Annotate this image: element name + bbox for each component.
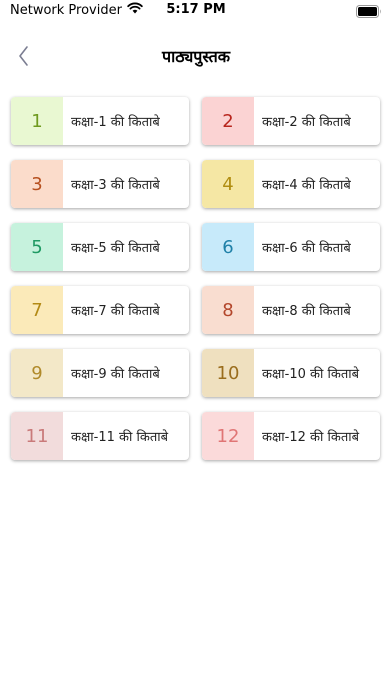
book-card[interactable]: 1 कक्षा-1 की किताबे [11,97,189,145]
class-number-badge: 12 [202,412,254,460]
book-card[interactable]: 5 कक्षा-5 की किताबे [11,223,189,271]
book-card-label: कक्षा-3 की किताबे [71,178,160,193]
book-grid: 1 कक्षा-1 की किताबे 2 कक्षा-2 की किताबे 3 कक्… [11,97,389,460]
book-card[interactable]: 4 कक्षा-4 की किताबे [202,160,380,208]
book-card[interactable]: 12 कक्षा-12 की किताबे [202,412,380,460]
book-card-label: कक्षा-5 की किताबे [71,241,160,256]
book-card[interactable]: 10 कक्षा-10 की किताबे [202,349,380,397]
book-card[interactable]: 11 कक्षा-11 की किताबे [11,412,189,460]
book-card[interactable]: 8 कक्षा-8 की किताबे [202,286,380,334]
battery-icon [356,3,382,22]
book-card-label: कक्षा-1 की किताबे [71,115,160,130]
book-card-label: कक्षा-11 की किताबे [71,430,169,445]
book-card-label: कक्षा-2 की किताबे [262,115,351,130]
book-card[interactable]: 9 कक्षा-9 की किताबे [11,349,189,397]
book-card[interactable]: 6 कक्षा-6 की किताबे [202,223,380,271]
book-card[interactable]: 7 कक्षा-7 की किताबे [11,286,189,334]
class-number-badge: 4 [202,160,254,208]
class-number-badge: 5 [11,223,63,271]
book-card-label: कक्षा-12 की किताबे [262,430,360,445]
status-time: 5:17 PM [166,2,226,17]
class-number-badge: 6 [202,223,254,271]
class-number-badge: 1 [11,97,63,145]
book-card-label: कक्षा-4 की किताबे [262,178,351,193]
class-number-badge: 11 [11,412,63,460]
book-card-label: कक्षा-6 की किताबे [262,241,351,256]
class-number-badge: 8 [202,286,254,334]
class-number-badge: 3 [11,160,63,208]
book-card-label: कक्षा-7 की किताबे [71,304,160,319]
book-card-label: कक्षा-8 की किताबे [262,304,351,319]
class-number-badge: 2 [202,97,254,145]
page-title: पाठ्यपुस्तक [161,47,231,66]
book-card-label: कक्षा-10 की किताबे [262,367,360,382]
nav-bar: पाठ्यपुस्तक [0,36,392,76]
class-number-badge: 9 [11,349,63,397]
book-card-label: कक्षा-9 की किताबे [71,367,160,382]
status-bar: Network Provider 5:17 PM [0,0,392,26]
book-card[interactable]: 3 कक्षा-3 की किताबे [11,160,189,208]
book-card[interactable]: 2 कक्षा-2 की किताबे [202,97,380,145]
class-number-badge: 7 [11,286,63,334]
class-number-badge: 10 [202,349,254,397]
